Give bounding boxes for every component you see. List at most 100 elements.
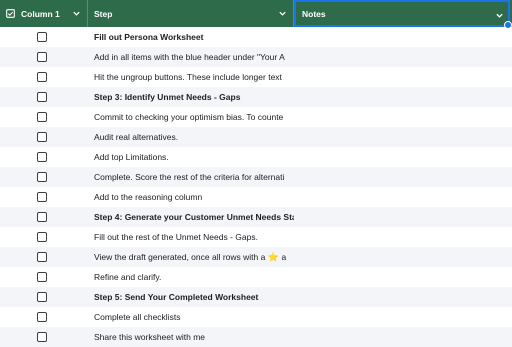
table-row: Hit the ungroup buttons. These include l… bbox=[0, 67, 512, 87]
notes-cell[interactable] bbox=[294, 187, 512, 207]
row-checkbox[interactable] bbox=[37, 312, 47, 322]
table-row: Refine and clarify. bbox=[0, 267, 512, 287]
checkbox-cell bbox=[0, 207, 88, 227]
step-text: Step 5: Send Your Completed Worksheet bbox=[94, 292, 259, 302]
table-row: Fill out Persona Worksheet bbox=[0, 27, 512, 47]
step-cell[interactable]: Commit to checking your optimism bias. T… bbox=[88, 112, 294, 122]
notes-cell[interactable] bbox=[294, 247, 512, 267]
step-cell[interactable]: Refine and clarify. bbox=[88, 272, 294, 282]
notes-cell[interactable] bbox=[294, 287, 512, 307]
checkbox-cell bbox=[0, 67, 88, 87]
checkbox-cell bbox=[0, 107, 88, 127]
step-text: Complete all checklists bbox=[94, 312, 181, 322]
table-row: Add in all items with the blue header un… bbox=[0, 47, 512, 67]
notes-cell[interactable] bbox=[294, 107, 512, 127]
step-cell[interactable]: Share this worksheet with me bbox=[88, 332, 294, 342]
chevron-down-icon[interactable] bbox=[278, 9, 287, 18]
checkbox-cell bbox=[0, 87, 88, 107]
row-checkbox[interactable] bbox=[37, 112, 47, 122]
notes-cell[interactable] bbox=[294, 67, 512, 87]
notes-cell[interactable] bbox=[294, 87, 512, 107]
step-cell[interactable]: Fill out the rest of the Unmet Needs - G… bbox=[88, 232, 294, 242]
notes-column-header-label: Notes bbox=[302, 8, 326, 19]
step-text: Audit real alternatives. bbox=[94, 132, 179, 142]
step-cell[interactable]: Hit the ungroup buttons. These include l… bbox=[88, 72, 294, 82]
checkbox-cell bbox=[0, 327, 88, 347]
step-text: Commit to checking your optimism bias. T… bbox=[94, 112, 284, 122]
row-checkbox[interactable] bbox=[37, 92, 47, 102]
checkbox-cell bbox=[0, 47, 88, 67]
row-checkbox[interactable] bbox=[37, 152, 47, 162]
checkbox-cell bbox=[0, 267, 88, 287]
row-checkbox[interactable] bbox=[37, 32, 47, 42]
row-checkbox[interactable] bbox=[37, 212, 47, 222]
star-icon: ⭐ bbox=[265, 251, 280, 262]
row-checkbox[interactable] bbox=[37, 252, 47, 262]
table-row: Audit real alternatives. bbox=[0, 127, 512, 147]
row-checkbox[interactable] bbox=[37, 232, 47, 242]
step-cell[interactable]: Step 3: Identify Unmet Needs - Gaps bbox=[88, 92, 294, 102]
checkbox-cell bbox=[0, 287, 88, 307]
notes-cell[interactable] bbox=[294, 27, 512, 47]
table-row: Step 5: Send Your Completed Worksheet bbox=[0, 287, 512, 307]
row-checkbox[interactable] bbox=[37, 192, 47, 202]
checkbox-cell bbox=[0, 27, 88, 47]
table-row: Share this worksheet with me bbox=[0, 327, 512, 347]
step-cell[interactable]: Audit real alternatives. bbox=[88, 132, 294, 142]
checkbox-cell bbox=[0, 147, 88, 167]
notes-cell[interactable] bbox=[294, 207, 512, 227]
table-row: Commit to checking your optimism bias. T… bbox=[0, 107, 512, 127]
step-cell[interactable]: Add top Limitations. bbox=[88, 152, 294, 162]
row-checkbox[interactable] bbox=[37, 172, 47, 182]
table-row: Step 3: Identify Unmet Needs - Gaps bbox=[0, 87, 512, 107]
row-checkbox[interactable] bbox=[37, 292, 47, 302]
notes-column-header[interactable]: Notes bbox=[294, 0, 512, 29]
column1-header-label: Column 1 bbox=[21, 8, 60, 19]
table-row: Complete. Score the rest of the criteria… bbox=[0, 167, 512, 187]
table-row: Fill out the rest of the Unmet Needs - G… bbox=[0, 227, 512, 247]
row-checkbox[interactable] bbox=[37, 272, 47, 282]
checkbox-cell bbox=[0, 167, 88, 187]
chevron-down-icon[interactable] bbox=[72, 9, 81, 18]
notes-cell[interactable] bbox=[294, 327, 512, 347]
step-column-header[interactable]: Step bbox=[88, 0, 294, 27]
step-cell[interactable]: Step 5: Send Your Completed Worksheet bbox=[88, 292, 294, 302]
table-row: Add to the reasoning column bbox=[0, 187, 512, 207]
step-cell[interactable]: View the draft generated, once all rows … bbox=[88, 252, 294, 263]
step-text: View the draft generated, once all rows … bbox=[94, 251, 266, 262]
table-row: Step 4: Generate your Customer Unmet Nee… bbox=[0, 207, 512, 227]
notes-cell[interactable] bbox=[294, 47, 512, 67]
step-column-header-label: Step bbox=[94, 8, 113, 19]
table-row: View the draft generated, once all rows … bbox=[0, 247, 512, 267]
step-cell[interactable]: Complete all checklists bbox=[88, 312, 294, 322]
step-text: Step 4: Generate your Customer Unmet Nee… bbox=[94, 212, 294, 222]
notes-cell[interactable] bbox=[294, 267, 512, 287]
notes-cell[interactable] bbox=[294, 307, 512, 327]
row-checkbox[interactable] bbox=[37, 132, 47, 142]
notes-cell[interactable] bbox=[294, 227, 512, 247]
row-checkbox[interactable] bbox=[37, 72, 47, 82]
step-cell[interactable]: Fill out Persona Worksheet bbox=[88, 32, 294, 42]
checkbox-cell bbox=[0, 127, 88, 147]
chevron-down-icon[interactable] bbox=[495, 11, 504, 20]
step-cell[interactable]: Step 4: Generate your Customer Unmet Nee… bbox=[88, 212, 294, 222]
step-text: Fill out Persona Worksheet bbox=[94, 32, 204, 42]
notes-cell[interactable] bbox=[294, 147, 512, 167]
step-cell[interactable]: Add to the reasoning column bbox=[88, 192, 294, 202]
step-text: Add top Limitations. bbox=[94, 152, 169, 162]
step-text: Step 3: Identify Unmet Needs - Gaps bbox=[94, 92, 241, 102]
checkbox-cell bbox=[0, 187, 88, 207]
notes-cell[interactable] bbox=[294, 167, 512, 187]
step-text-suffix: a bbox=[279, 251, 287, 262]
table-body: Fill out Persona Worksheet Add in all ite… bbox=[0, 27, 512, 347]
step-cell[interactable]: Complete. Score the rest of the criteria… bbox=[88, 172, 294, 182]
step-cell[interactable]: Add in all items with the blue header un… bbox=[88, 52, 294, 62]
column1-header[interactable]: Column 1 bbox=[0, 0, 88, 27]
row-checkbox[interactable] bbox=[37, 332, 47, 342]
step-text: Hit the ungroup buttons. These include l… bbox=[94, 72, 282, 82]
row-checkbox[interactable] bbox=[37, 52, 47, 62]
step-text: Add in all items with the blue header un… bbox=[94, 52, 285, 62]
checkbox-cell bbox=[0, 247, 88, 267]
checkbox-cell bbox=[0, 307, 88, 327]
notes-cell[interactable] bbox=[294, 127, 512, 147]
